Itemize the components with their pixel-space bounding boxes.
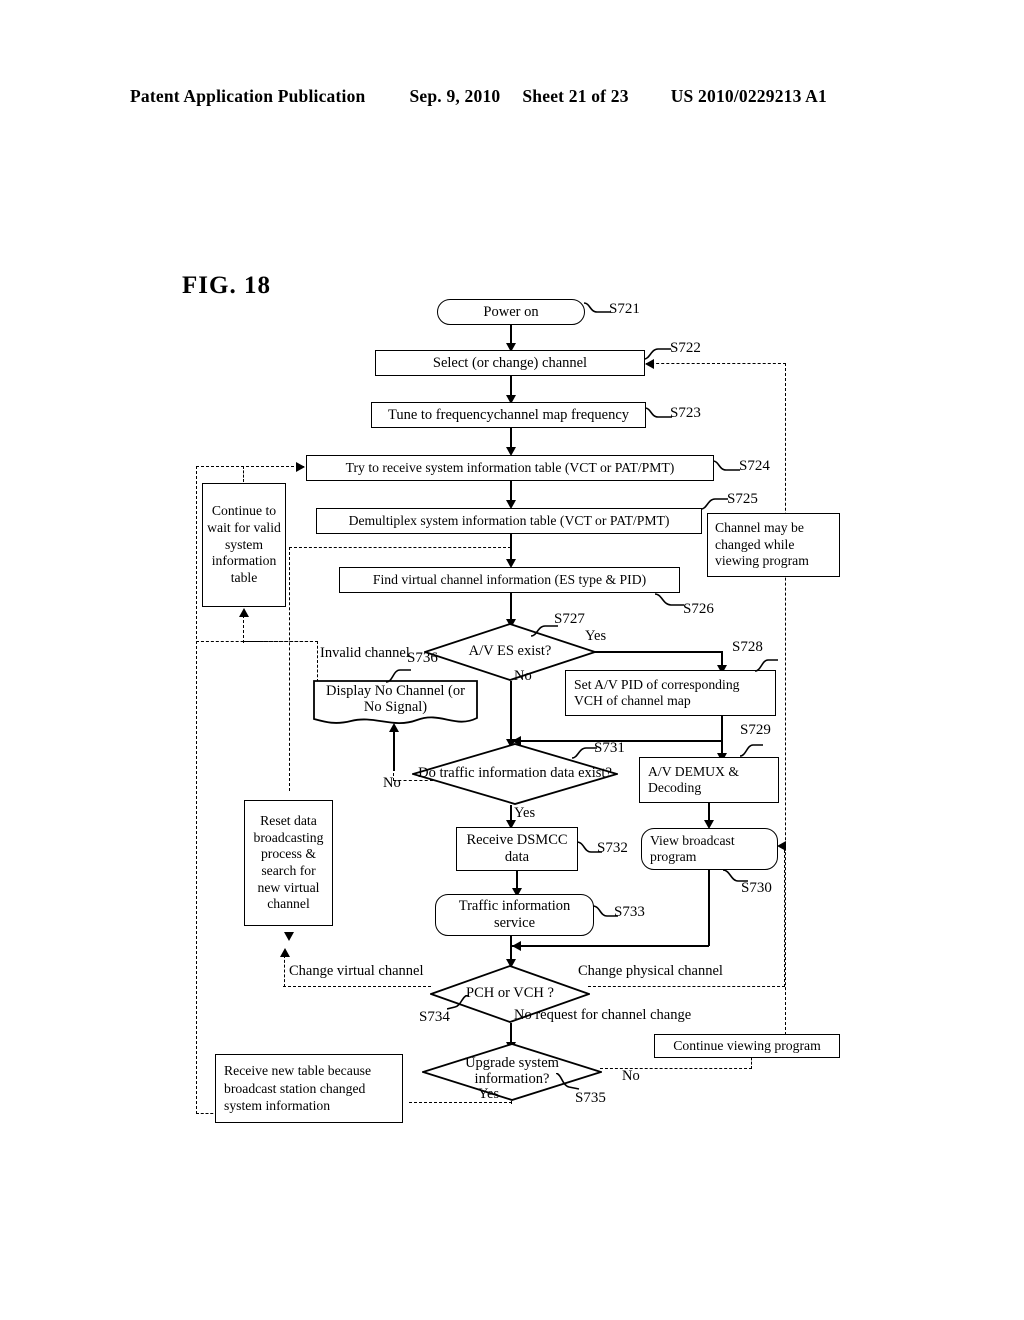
leader-s721 bbox=[584, 302, 611, 313]
node-display-no-channel-label: Display No Channel (or No Signal) bbox=[326, 683, 465, 716]
leader-s722 bbox=[644, 348, 671, 360]
leader-s729 bbox=[740, 744, 763, 757]
step-ref-s725: S725 bbox=[727, 491, 758, 507]
step-ref-s732: S732 bbox=[597, 840, 628, 856]
note-receive-new-table: Receive new table because broadcast stat… bbox=[215, 1054, 403, 1123]
edge-label-no-request: No request for channel change bbox=[514, 1007, 692, 1023]
header-publication-text: Patent Application Publication bbox=[130, 86, 366, 106]
node-select-channel[interactable]: Select (or change) channel bbox=[375, 350, 645, 376]
dashed-invalid-channel-v bbox=[317, 641, 318, 682]
header-patent-number: US 2010/0229213 A1 bbox=[670, 86, 827, 106]
arrowhead-s730-merge bbox=[512, 941, 521, 951]
dashed-into-continue-wait-v bbox=[243, 615, 244, 643]
node-traffic-information-service[interactable]: Traffic information service bbox=[435, 894, 594, 936]
node-find-vch-info[interactable]: Find virtual channel information (ES typ… bbox=[339, 567, 680, 593]
step-ref-s734: S734 bbox=[419, 1009, 450, 1025]
header-date-text: Sep. 9, 2010 bbox=[409, 86, 501, 106]
edge-label-av-es-yes: Yes bbox=[585, 628, 607, 644]
step-ref-s726: S726 bbox=[683, 601, 714, 617]
step-ref-s731: S731 bbox=[594, 740, 625, 756]
dashed-left-outer-rail-top-h bbox=[196, 466, 304, 467]
node-set-av-pid[interactable]: Set A/V PID of corresponding VCH of chan… bbox=[565, 670, 776, 716]
dashed-left-outer-rail-v bbox=[196, 466, 197, 1114]
dashed-inner-rail-top-h bbox=[289, 547, 511, 548]
edge-label-change-physical-channel: Change physical channel bbox=[578, 963, 723, 979]
node-display-no-channel[interactable]: Display No Channel (or No Signal) bbox=[313, 680, 478, 728]
note-reset-data-broadcasting: Reset data broadcasting process & search… bbox=[244, 800, 333, 926]
note-channel-may-change: Channel may be changed while viewing pro… bbox=[707, 513, 840, 577]
node-receive-dsmcc[interactable]: Receive DSMCC data bbox=[456, 827, 578, 871]
arrowhead-into-continue-wait bbox=[239, 608, 249, 617]
connector-s728-down bbox=[721, 716, 723, 741]
edge-label-av-es-no: No bbox=[514, 668, 532, 684]
node-av-demux-decoding[interactable]: A/V DEMUX & Decoding bbox=[639, 757, 779, 803]
leader-s723 bbox=[645, 407, 672, 418]
dashed-change-virtual-h bbox=[283, 986, 431, 987]
step-ref-s722: S722 bbox=[670, 340, 701, 356]
node-power-on[interactable]: Power on bbox=[437, 299, 585, 325]
leader-s735 bbox=[556, 1073, 580, 1090]
leader-s734 bbox=[447, 995, 469, 1010]
connector-s727-no-v bbox=[510, 681, 512, 744]
dashed-continue-viewing-rail-h bbox=[646, 363, 786, 364]
invalid-channel-text: Invalid channel bbox=[320, 645, 410, 661]
edge-label-invalid-channel: Invalid channel bbox=[320, 645, 410, 661]
step-ref-s723: S723 bbox=[670, 405, 701, 421]
leader-s728 bbox=[755, 659, 778, 672]
connector-s730-merge-h bbox=[512, 945, 709, 947]
dashed-into-continue-wait-h bbox=[243, 641, 318, 642]
step-ref-s721: S721 bbox=[609, 301, 640, 317]
header-sheet-text: Sheet 21 of 23 bbox=[522, 86, 629, 106]
dashed-change-virtual-v bbox=[284, 955, 285, 987]
leader-s726 bbox=[655, 593, 684, 606]
edge-label-upgrade-yes: Yes bbox=[478, 1086, 500, 1102]
arrowhead-rail-view-broadcast bbox=[777, 841, 786, 851]
step-ref-s728: S728 bbox=[732, 639, 763, 655]
leader-s725 bbox=[701, 498, 728, 510]
node-demultiplex-table[interactable]: Demultiplex system information table (VC… bbox=[316, 508, 702, 534]
edge-label-change-virtual-channel: Change virtual channel bbox=[289, 963, 424, 979]
dashed-change-physical-h bbox=[588, 986, 785, 987]
edge-label-traffic-yes: Yes bbox=[514, 805, 536, 821]
dashed-continue-wait-stub-v bbox=[243, 466, 244, 482]
connector-s730-down bbox=[708, 870, 710, 946]
step-ref-s733: S733 bbox=[614, 904, 645, 920]
edge-label-upgrade-no: No bbox=[622, 1068, 640, 1084]
figure-label: FIG. 18 bbox=[182, 272, 271, 299]
node-try-receive-table[interactable]: Try to receive system information table … bbox=[306, 455, 714, 481]
step-ref-s730: S730 bbox=[741, 880, 772, 896]
leader-s736 bbox=[386, 669, 411, 683]
edge-label-traffic-no: No bbox=[383, 775, 401, 791]
arrowhead-reset-data-down bbox=[284, 932, 294, 941]
arrowhead-left-rail-to-try-receive bbox=[296, 462, 305, 472]
node-tune-frequency[interactable]: Tune to frequencychannel map frequency bbox=[371, 402, 646, 428]
step-ref-s729: S729 bbox=[740, 722, 771, 738]
leader-s724 bbox=[713, 460, 740, 471]
node-view-broadcast-program[interactable]: View broadcast program bbox=[641, 828, 778, 870]
step-ref-s736: S736 bbox=[407, 650, 438, 666]
publication-header: Patent Application Publication Sep. 9, 2… bbox=[130, 86, 900, 107]
arrowhead-change-virtual-up bbox=[280, 948, 290, 957]
step-ref-s724: S724 bbox=[739, 458, 770, 474]
step-ref-s727: S727 bbox=[554, 611, 585, 627]
node-continue-viewing-program[interactable]: Continue viewing program bbox=[654, 1034, 840, 1058]
step-ref-s735: S735 bbox=[575, 1090, 606, 1106]
connector-s727-yes-h bbox=[595, 651, 722, 653]
note-continue-wait: Continue to wait for valid system inform… bbox=[202, 483, 286, 607]
dashed-continue-viewing-rail-v bbox=[785, 363, 786, 1035]
dashed-inner-rail-v bbox=[289, 547, 290, 791]
